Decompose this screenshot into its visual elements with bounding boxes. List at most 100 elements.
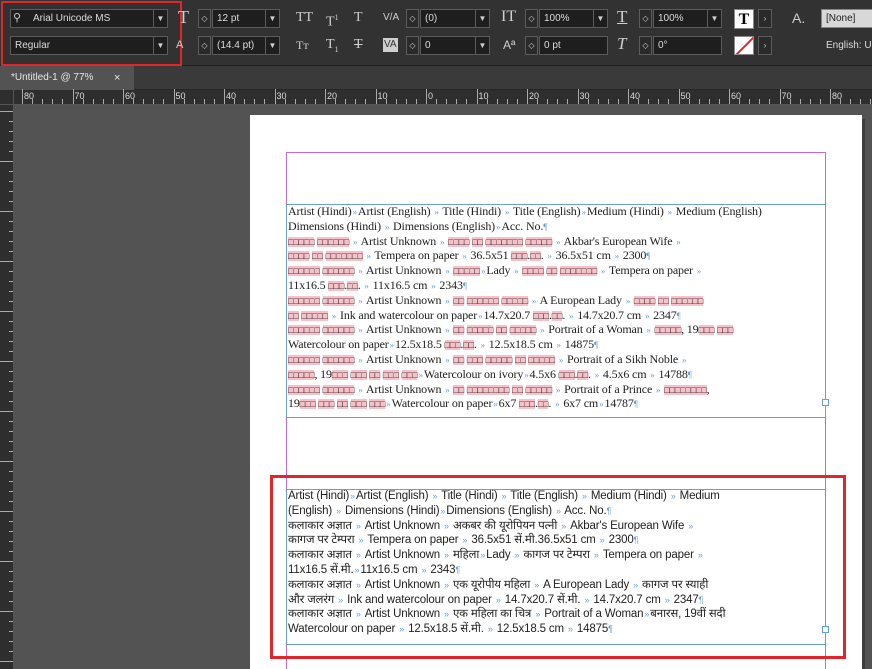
text-line[interactable]: □□□□□, 19□□□ □□□ □□ □□□ □□□»Watercolour … xyxy=(288,367,692,382)
text-line[interactable]: □□□□□□ □□□□□□ » Artist Unknown » □□ □□□□… xyxy=(288,322,733,337)
leading-field[interactable]: (14.4 pt) ▼ xyxy=(212,36,280,55)
missing-glyph: □ xyxy=(458,355,465,365)
text-line[interactable]: □□ □□□□□ » Ink and watercolour on paper»… xyxy=(288,308,681,323)
paragraph-marker: ¶ xyxy=(608,624,613,635)
missing-glyph: □ xyxy=(717,325,723,336)
tracking-stepper[interactable]: ◇ xyxy=(406,36,419,55)
missing-glyph: □ xyxy=(317,251,323,262)
text-line[interactable]: कलाकार अज्ञात » Artist Unknown » अकबर की… xyxy=(288,519,694,533)
subscript-button[interactable]: T1 xyxy=(326,35,339,60)
ruler-tick xyxy=(9,591,13,592)
text-line[interactable]: □□□□□□ □□□□□□ » Artist Unknown » □□□□□»L… xyxy=(288,263,702,278)
text-line[interactable]: 11x16.5 □□□.□□. » 11x16.5 cm » 2343¶ xyxy=(288,278,467,293)
baseline-shift-stepper[interactable]: ◇ xyxy=(525,36,538,55)
ruler-tick xyxy=(9,381,13,382)
missing-glyph: □ xyxy=(463,340,469,351)
font-size-icon: T xyxy=(178,7,189,27)
tab-marker: » xyxy=(614,251,620,262)
strikethrough-button[interactable]: T xyxy=(354,35,363,55)
text-line[interactable]: Watercolour on paper » 12.5x18.5 सें.मी.… xyxy=(288,622,613,636)
horizontal-scale-field[interactable]: 100% ▼ xyxy=(653,9,722,28)
small-caps-button[interactable]: Tт xyxy=(296,35,309,55)
skew-field[interactable]: 0° xyxy=(653,36,722,55)
font-size-field[interactable]: 12 pt ▼ xyxy=(212,9,280,28)
out-port[interactable] xyxy=(822,399,829,406)
text-line[interactable]: □□□□ □□ □□□□□□□ » Tempera on paper » 36.… xyxy=(288,248,650,263)
underline-button[interactable]: T xyxy=(354,8,363,28)
leading-icon: A xyxy=(176,39,184,51)
tracking-field[interactable]: 0 ▼ xyxy=(420,36,490,55)
out-port[interactable] xyxy=(822,626,829,633)
all-caps-button[interactable]: TT xyxy=(296,8,313,28)
chevron-down-icon[interactable]: ▼ xyxy=(153,37,167,54)
language-field[interactable]: English: U xyxy=(821,36,872,55)
leading-stepper[interactable]: ◇ xyxy=(198,36,211,55)
text-line[interactable]: कागज पर टेम्परा » Tempera on paper » 36.… xyxy=(288,533,638,547)
ruler-minor-tick xyxy=(466,99,468,104)
ruler-minor-tick xyxy=(254,99,256,104)
vertical-ruler[interactable] xyxy=(0,105,14,669)
superscript-button[interactable]: T1 xyxy=(326,8,339,33)
ruler-minor-tick xyxy=(648,99,650,104)
text-line[interactable]: □□□□□ □□□□□□ » Artist Unknown » □□□□ □□ … xyxy=(288,234,682,249)
font-size-stepper[interactable]: ◇ xyxy=(198,9,211,28)
character-style-field[interactable]: [None] xyxy=(821,9,872,28)
chevron-down-icon[interactable]: ▼ xyxy=(475,37,489,54)
missing-glyph: □ xyxy=(522,295,529,306)
paragraph-marker: ¶ xyxy=(606,505,612,516)
missing-glyph: □ xyxy=(369,399,375,410)
missing-glyph: □ xyxy=(530,325,537,336)
font-style-field[interactable]: Regular ▼ xyxy=(10,36,168,55)
text-line[interactable]: और जलरंग » Ink and watercolour on paper … xyxy=(288,593,703,607)
font-family-field[interactable]: Arial Unicode MS ▼ xyxy=(10,9,168,28)
text-line[interactable]: 19□□□ □□□ □□ □□□ □□□»Watercolour on pape… xyxy=(288,396,638,411)
ruler-tick xyxy=(0,211,13,212)
text-line[interactable]: Watercolour on paper»12.5x18.5 □□□.□□. »… xyxy=(288,337,598,352)
missing-glyph: □ xyxy=(538,310,544,321)
text-line[interactable]: □□□□□□ □□□□□□ » Artist Unknown » □□ □□□ … xyxy=(288,352,687,367)
stroke-menu-chevron-icon[interactable]: › xyxy=(758,36,772,55)
close-icon[interactable]: × xyxy=(114,66,120,90)
text-fill-swatch[interactable]: T xyxy=(734,9,754,29)
chevron-down-icon[interactable]: ▼ xyxy=(593,10,607,27)
missing-glyph: □ xyxy=(314,355,320,365)
ruler-origin[interactable] xyxy=(0,90,14,105)
missing-glyph: □ xyxy=(493,384,499,395)
chevron-down-icon[interactable]: ▼ xyxy=(475,10,489,27)
horizontal-ruler[interactable]: 8070605040302010010203040506070809010011… xyxy=(14,89,872,105)
ruler-minor-tick xyxy=(587,99,589,104)
fill-menu-chevron-icon[interactable]: › xyxy=(758,9,772,28)
missing-glyph: □ xyxy=(293,266,299,277)
text-line[interactable]: □□□□□□ □□□□□□ » Artist Unknown » □□ □□□□… xyxy=(288,293,703,308)
chevron-down-icon[interactable]: ▼ xyxy=(153,10,167,27)
tab-marker: » xyxy=(338,594,344,605)
missing-glyph: □ xyxy=(309,236,315,247)
vertical-scale-stepper[interactable]: ◇ xyxy=(525,9,538,28)
text-line[interactable]: कलाकार अज्ञात » Artist Unknown » महिला»L… xyxy=(288,548,704,562)
ruler-tick xyxy=(0,311,13,312)
ruler-minor-tick xyxy=(749,99,751,104)
text-line[interactable]: Artist (Hindi)»Artist (English) » Title … xyxy=(288,489,720,503)
text-line[interactable]: कलाकार अज्ञात » Artist Unknown » एक महिल… xyxy=(288,607,726,621)
horizontal-scale-stepper[interactable]: ◇ xyxy=(639,9,652,28)
text-line[interactable]: (English) » Dimensions (Hindi)»Dimension… xyxy=(288,504,611,518)
ruler-major-tick xyxy=(476,89,478,104)
skew-stepper[interactable]: ◇ xyxy=(639,36,652,55)
baseline-shift-field[interactable]: 0 pt xyxy=(539,36,608,55)
missing-glyph: □ xyxy=(453,355,459,365)
horizontal-scale-icon: T xyxy=(617,7,628,26)
vertical-scale-field[interactable]: 100% ▼ xyxy=(539,9,608,28)
text-line[interactable]: Dimensions (Hindi) » Dimensions (English… xyxy=(288,219,547,234)
chevron-down-icon[interactable]: ▼ xyxy=(265,37,279,54)
chevron-down-icon[interactable]: ▼ xyxy=(707,10,721,27)
kerning-stepper[interactable]: ◇ xyxy=(406,9,419,28)
tab-marker: » xyxy=(444,520,449,531)
missing-glyph: □ xyxy=(453,266,459,277)
kerning-field[interactable]: (0) ▼ xyxy=(420,9,490,28)
text-line[interactable]: Artist (Hindi)»Artist (English) » Title … xyxy=(288,204,762,219)
text-line[interactable]: □□□□□□ □□□□□□ » Artist Unknown » □□ □□□□… xyxy=(288,382,710,397)
text-line[interactable]: 11x16.5 सें.मी.»11x16.5 cm » 2343¶ xyxy=(288,563,460,577)
text-line[interactable]: कलाकार अज्ञात » Artist Unknown » एक यूरो… xyxy=(288,578,708,592)
stroke-swatch[interactable] xyxy=(734,36,754,55)
chevron-down-icon[interactable]: ▼ xyxy=(265,10,279,27)
